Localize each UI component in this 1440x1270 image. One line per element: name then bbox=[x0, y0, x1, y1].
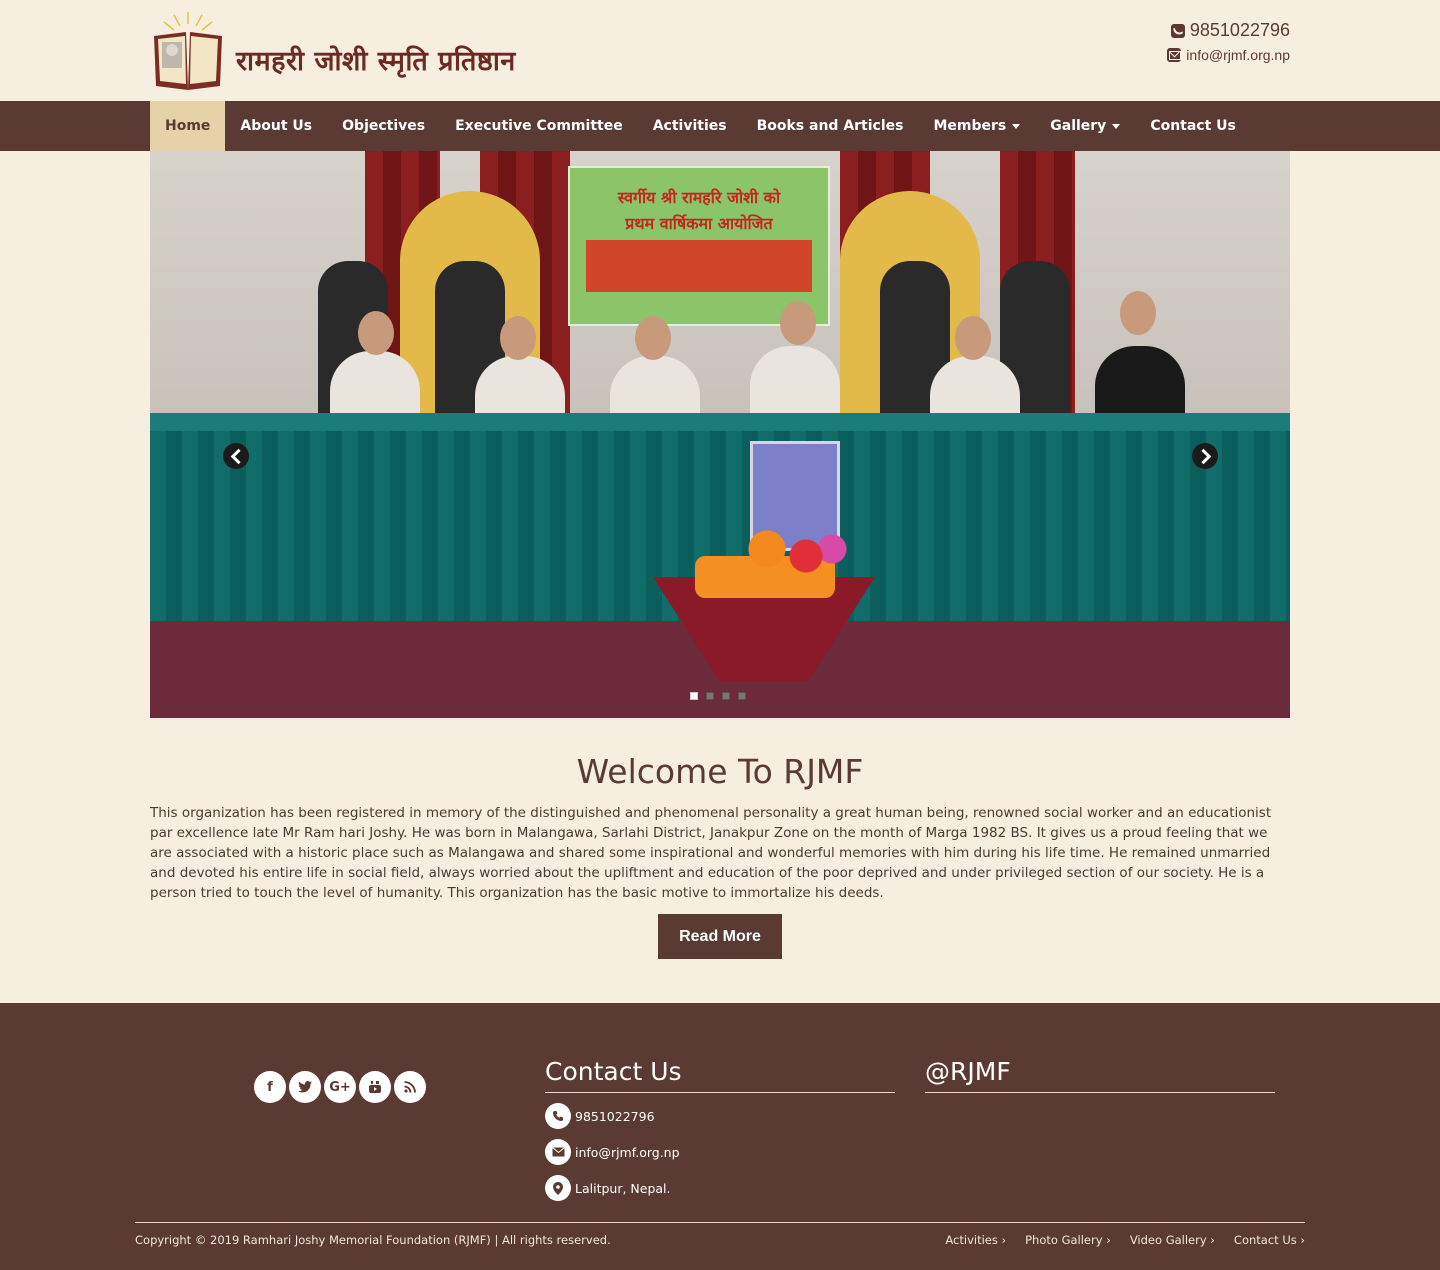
slider-dot-2[interactable] bbox=[706, 692, 714, 700]
nav-item-about-us[interactable]: About Us bbox=[225, 101, 327, 151]
logo-book-icon bbox=[150, 10, 226, 92]
footer-contact-title: Contact Us bbox=[545, 1057, 895, 1093]
social-links: f G+ bbox=[254, 1071, 426, 1103]
nav-item-books-and-articles[interactable]: Books and Articles bbox=[742, 101, 919, 151]
slide-person-head bbox=[955, 316, 991, 360]
nav-item-objectives[interactable]: Objectives bbox=[327, 101, 440, 151]
slider-indicators bbox=[690, 692, 746, 700]
logo-text: रामहरी जोशी स्मृति प्रतिष्ठान bbox=[236, 46, 516, 77]
nav-item-contact-us[interactable]: Contact Us bbox=[1135, 101, 1251, 151]
nav-list: Home About Us Objectives Executive Commi… bbox=[150, 101, 1440, 151]
slide-person-head bbox=[635, 316, 671, 360]
nav-item-home[interactable]: Home bbox=[150, 101, 226, 151]
welcome-body: This organization has been registered in… bbox=[150, 805, 1272, 901]
nav-item-members[interactable]: Members bbox=[918, 101, 1035, 151]
rss-icon[interactable] bbox=[394, 1071, 426, 1103]
slider-next-arrow-icon[interactable] bbox=[1192, 443, 1218, 469]
caret-down-icon bbox=[1112, 123, 1121, 129]
slide-person-head bbox=[358, 311, 394, 355]
slide-table-top bbox=[150, 413, 1290, 431]
footer-link-contact-us[interactable]: Contact Us bbox=[1234, 1233, 1305, 1247]
footer-link-activities[interactable]: Activities bbox=[945, 1233, 1006, 1247]
header-email[interactable]: info@rjmf.org.np bbox=[1167, 47, 1290, 63]
slider-dot-4[interactable] bbox=[738, 692, 746, 700]
slide-person-head bbox=[500, 316, 536, 360]
envelope-icon bbox=[545, 1139, 571, 1165]
twitter-icon[interactable] bbox=[289, 1071, 321, 1103]
site-logo[interactable]: रामहरी जोशी स्मृति प्रतिष्ठान bbox=[150, 10, 516, 92]
footer-address: Lalitpur, Nepal. bbox=[545, 1175, 895, 1201]
nav-item-activities[interactable]: Activities bbox=[638, 101, 742, 151]
footer-link-video-gallery[interactable]: Video Gallery bbox=[1130, 1233, 1215, 1247]
footer-email[interactable]: info@rjmf.org.np bbox=[545, 1139, 895, 1165]
header-email-text: info@rjmf.org.np bbox=[1186, 47, 1290, 63]
footer-address-text: Lalitpur, Nepal. bbox=[575, 1180, 671, 1196]
slider-prev-arrow-icon[interactable] bbox=[223, 443, 249, 469]
slide-person-head bbox=[1120, 291, 1156, 335]
banner-line-1: स्वर्गीय श्री रामहरि जोशी को bbox=[617, 188, 781, 207]
nav-item-gallery[interactable]: Gallery bbox=[1035, 101, 1135, 151]
slider-dot-3[interactable] bbox=[722, 692, 730, 700]
footer-rjmf: @RJMF bbox=[925, 1057, 1275, 1093]
site-footer: f G+ Contact Us 9851022796 info@rjmf.org… bbox=[0, 1003, 1440, 1270]
map-marker-icon bbox=[545, 1175, 571, 1201]
image-slider: स्वर्गीय श्री रामहरि जोशी को प्रथम वार्ष… bbox=[150, 151, 1290, 718]
slide-person-head bbox=[780, 301, 816, 345]
header-phone-text: 9851022796 bbox=[1189, 20, 1290, 40]
read-more-button[interactable]: Read More bbox=[658, 914, 782, 959]
phone-icon bbox=[545, 1103, 571, 1129]
envelope-icon bbox=[1167, 48, 1182, 62]
footer-email-text: info@rjmf.org.np bbox=[575, 1144, 680, 1160]
banner-line-2: प्रथम वार्षिकमा आयोजित bbox=[625, 214, 773, 233]
caret-down-icon bbox=[1012, 123, 1021, 129]
copyright-text: Copyright © 2019 Ramhari Joshy Memorial … bbox=[135, 1233, 611, 1247]
youtube-icon[interactable] bbox=[359, 1071, 391, 1103]
main-nav: Home About Us Objectives Executive Commi… bbox=[0, 101, 1440, 151]
phone-icon bbox=[1170, 23, 1185, 38]
site-header: रामहरी जोशी स्मृति प्रतिष्ठान 9851022796… bbox=[0, 0, 1440, 101]
footer-rjmf-title: @RJMF bbox=[925, 1057, 1275, 1093]
footer-divider bbox=[135, 1222, 1305, 1223]
slider-dot-1[interactable] bbox=[690, 692, 698, 700]
google-plus-icon[interactable]: G+ bbox=[324, 1071, 356, 1103]
welcome-title: Welcome To RJMF bbox=[576, 752, 864, 791]
facebook-icon[interactable]: f bbox=[254, 1071, 286, 1103]
footer-phone-text: 9851022796 bbox=[575, 1108, 655, 1124]
banner-red-band bbox=[586, 240, 812, 292]
footer-contact: Contact Us 9851022796 info@rjmf.org.np L… bbox=[545, 1057, 895, 1201]
footer-link-photo-gallery[interactable]: Photo Gallery bbox=[1025, 1233, 1111, 1247]
footer-links: Activities Photo Gallery Video Gallery C… bbox=[945, 1233, 1305, 1247]
slide-flowers bbox=[728, 521, 858, 591]
footer-phone[interactable]: 9851022796 bbox=[545, 1103, 895, 1129]
header-phone[interactable]: 9851022796 bbox=[1167, 20, 1290, 41]
header-contact: 9851022796 info@rjmf.org.np bbox=[1167, 20, 1290, 63]
nav-item-executive-committee[interactable]: Executive Committee bbox=[440, 101, 638, 151]
welcome-section: Welcome To RJMF This organization has be… bbox=[150, 752, 1290, 959]
